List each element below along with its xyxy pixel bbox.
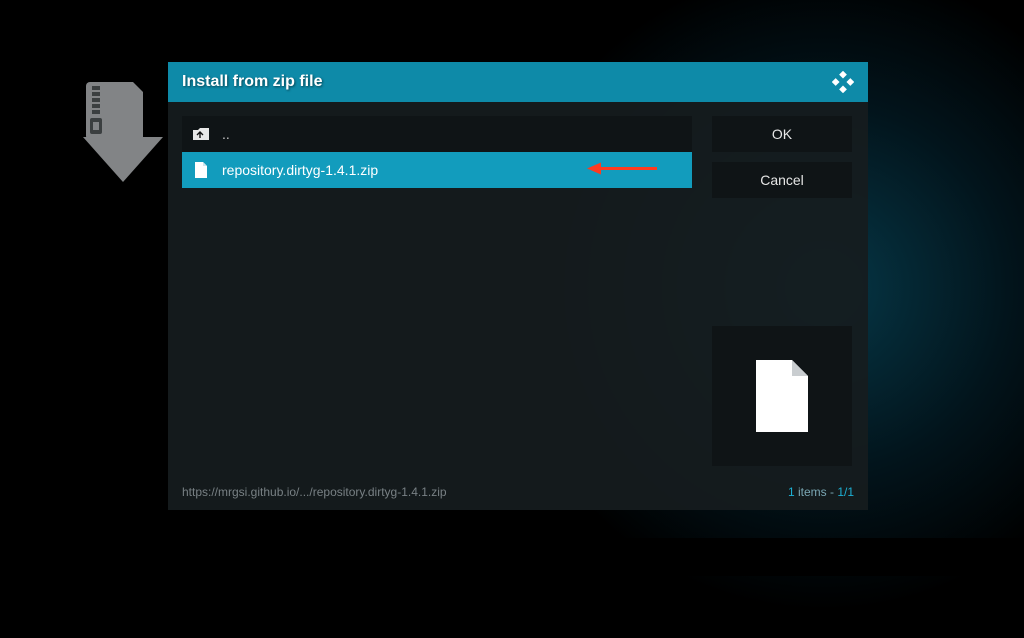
zip-background-icon bbox=[78, 82, 168, 192]
dialog-footer: https://mrgsi.github.io/.../repository.d… bbox=[168, 480, 868, 510]
dialog-title: Install from zip file bbox=[182, 73, 322, 91]
file-preview bbox=[712, 326, 852, 466]
annotation-arrow-icon bbox=[587, 162, 657, 179]
dialog-right-pane: OK Cancel bbox=[712, 116, 852, 466]
footer-path: https://mrgsi.github.io/.../repository.d… bbox=[182, 485, 447, 499]
ok-button-label: OK bbox=[772, 126, 792, 142]
ok-button[interactable]: OK bbox=[712, 116, 852, 152]
parent-directory-label: .. bbox=[222, 126, 230, 142]
footer-item-count: 1 items - 1/1 bbox=[788, 485, 854, 499]
file-row-selected[interactable]: repository.dirtyg-1.4.1.zip bbox=[182, 152, 692, 188]
file-preview-icon bbox=[752, 358, 812, 434]
cancel-button-label: Cancel bbox=[760, 172, 804, 188]
install-from-zip-dialog: Install from zip file bbox=[168, 62, 868, 510]
bottom-bar bbox=[0, 538, 1024, 576]
file-name-label: repository.dirtyg-1.4.1.zip bbox=[222, 162, 378, 178]
folder-up-icon bbox=[192, 125, 210, 143]
file-icon bbox=[192, 161, 210, 179]
kodi-logo-icon bbox=[832, 71, 854, 93]
dialog-body: .. repository.dirtyg-1.4.1.zip bbox=[168, 102, 868, 480]
dialog-header: Install from zip file bbox=[168, 62, 868, 102]
cancel-button[interactable]: Cancel bbox=[712, 162, 852, 198]
parent-directory-row[interactable]: .. bbox=[182, 116, 692, 152]
file-list: .. repository.dirtyg-1.4.1.zip bbox=[182, 116, 692, 466]
